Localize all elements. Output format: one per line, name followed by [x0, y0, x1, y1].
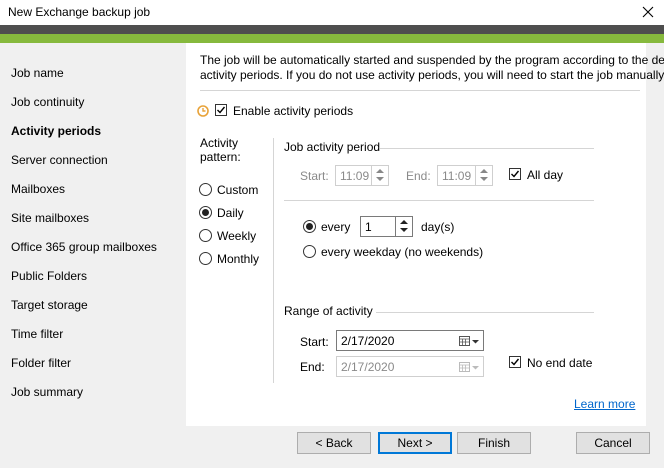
- spin-down-icon: [376, 177, 384, 181]
- pattern-monthly-label[interactable]: Monthly: [217, 252, 259, 266]
- check-icon: [511, 358, 520, 366]
- start-time-label: Start:: [300, 169, 329, 183]
- range-end-value: 2/17/2020: [341, 360, 395, 374]
- clock-icon: [197, 105, 209, 117]
- check-icon: [511, 170, 520, 178]
- period-divider: [284, 200, 594, 201]
- pattern-daily-radio[interactable]: [199, 206, 212, 219]
- every-weekday-label[interactable]: every weekday (no weekends): [321, 245, 483, 259]
- no-end-date-checkbox[interactable]: [509, 356, 521, 368]
- pattern-custom-radio[interactable]: [199, 183, 212, 196]
- every-label[interactable]: every: [321, 220, 350, 234]
- every-weekday-radio[interactable]: [303, 245, 316, 258]
- pattern-label-line-2: pattern:: [200, 150, 241, 164]
- content-panel: The job will be automatically started an…: [186, 43, 664, 426]
- end-time-label: End:: [406, 169, 431, 183]
- sidebar-item-server-connection[interactable]: Server connection: [11, 153, 108, 167]
- wizard-sidebar: Job name Job continuity Activity periods…: [0, 43, 186, 426]
- sidebar-item-office365-group-mailboxes[interactable]: Office 365 group mailboxes: [11, 240, 157, 254]
- start-time-field[interactable]: 11:09: [335, 165, 389, 186]
- right-margin: [646, 43, 664, 426]
- description-line-2: activity periods. If you do not use acti…: [200, 68, 664, 82]
- end-time-value: 11:09: [442, 169, 472, 183]
- spin-up-icon: [376, 169, 384, 173]
- range-heading: Range of activity: [284, 304, 373, 318]
- close-button[interactable]: [632, 0, 664, 24]
- enable-activity-checkbox[interactable]: [215, 104, 227, 116]
- learn-more-link[interactable]: Learn more: [574, 397, 635, 411]
- start-time-value: 11:09: [340, 169, 370, 183]
- range-start-value: 2/17/2020: [341, 334, 395, 348]
- all-day-label[interactable]: All day: [527, 168, 563, 182]
- calendar-icon: [459, 336, 479, 346]
- window-title: New Exchange backup job: [8, 5, 151, 19]
- range-end-date-picker[interactable]: 2/17/2020: [336, 356, 484, 377]
- accent-band: [0, 34, 664, 43]
- job-period-heading: Job activity period: [284, 140, 381, 154]
- start-time-spinner[interactable]: [371, 166, 388, 185]
- sidebar-item-target-storage[interactable]: Target storage: [11, 298, 88, 312]
- end-time-field[interactable]: 11:09: [437, 165, 493, 186]
- job-period-rule: [380, 148, 594, 149]
- header-band: [0, 25, 664, 34]
- sidebar-item-folder-filter[interactable]: Folder filter: [11, 356, 71, 370]
- spin-up-icon: [480, 169, 488, 173]
- pattern-monthly-radio[interactable]: [199, 252, 212, 265]
- range-rule: [376, 312, 594, 313]
- calendar-icon: [459, 362, 479, 372]
- no-end-date-label[interactable]: No end date: [527, 356, 592, 370]
- sidebar-item-mailboxes[interactable]: Mailboxes: [11, 182, 65, 196]
- pattern-label-line-1: Activity: [200, 136, 239, 150]
- description-line-1: The job will be automatically started an…: [200, 53, 664, 67]
- cancel-button[interactable]: Cancel: [576, 432, 650, 454]
- back-button[interactable]: < Back: [297, 432, 371, 454]
- header-divider: [200, 90, 640, 91]
- pattern-weekly-radio[interactable]: [199, 229, 212, 242]
- end-time-spinner[interactable]: [475, 166, 492, 185]
- sidebar-item-job-name[interactable]: Job name: [11, 66, 64, 80]
- spin-down-icon: [480, 177, 488, 181]
- range-start-label: Start:: [300, 335, 329, 349]
- spin-down-icon: [400, 228, 408, 232]
- every-days-input[interactable]: 1: [360, 216, 413, 237]
- days-unit-label: day(s): [421, 220, 455, 234]
- pattern-weekly-label[interactable]: Weekly: [217, 229, 256, 243]
- pattern-custom-label[interactable]: Custom: [217, 183, 258, 197]
- sidebar-item-site-mailboxes[interactable]: Site mailboxes: [11, 211, 89, 225]
- every-days-value: 1: [365, 220, 372, 234]
- finish-button[interactable]: Finish: [457, 432, 531, 454]
- sidebar-item-job-summary[interactable]: Job summary: [11, 385, 83, 399]
- every-days-spinner[interactable]: [395, 217, 412, 236]
- sidebar-item-public-folders[interactable]: Public Folders: [11, 269, 87, 283]
- spin-up-icon: [400, 220, 408, 224]
- range-end-label: End:: [300, 360, 325, 374]
- sidebar-item-job-continuity[interactable]: Job continuity: [11, 95, 84, 109]
- close-icon: [642, 6, 654, 18]
- every-n-days-radio[interactable]: [303, 220, 316, 233]
- all-day-checkbox[interactable]: [509, 168, 521, 180]
- next-button[interactable]: Next >: [378, 432, 452, 454]
- pattern-daily-label[interactable]: Daily: [217, 206, 244, 220]
- sidebar-item-activity-periods[interactable]: Activity periods: [11, 124, 101, 138]
- enable-activity-label[interactable]: Enable activity periods: [233, 104, 353, 118]
- check-icon: [217, 106, 226, 114]
- range-start-date-picker[interactable]: 2/17/2020: [336, 330, 484, 351]
- pattern-divider: [273, 138, 274, 383]
- sidebar-item-time-filter[interactable]: Time filter: [11, 327, 63, 341]
